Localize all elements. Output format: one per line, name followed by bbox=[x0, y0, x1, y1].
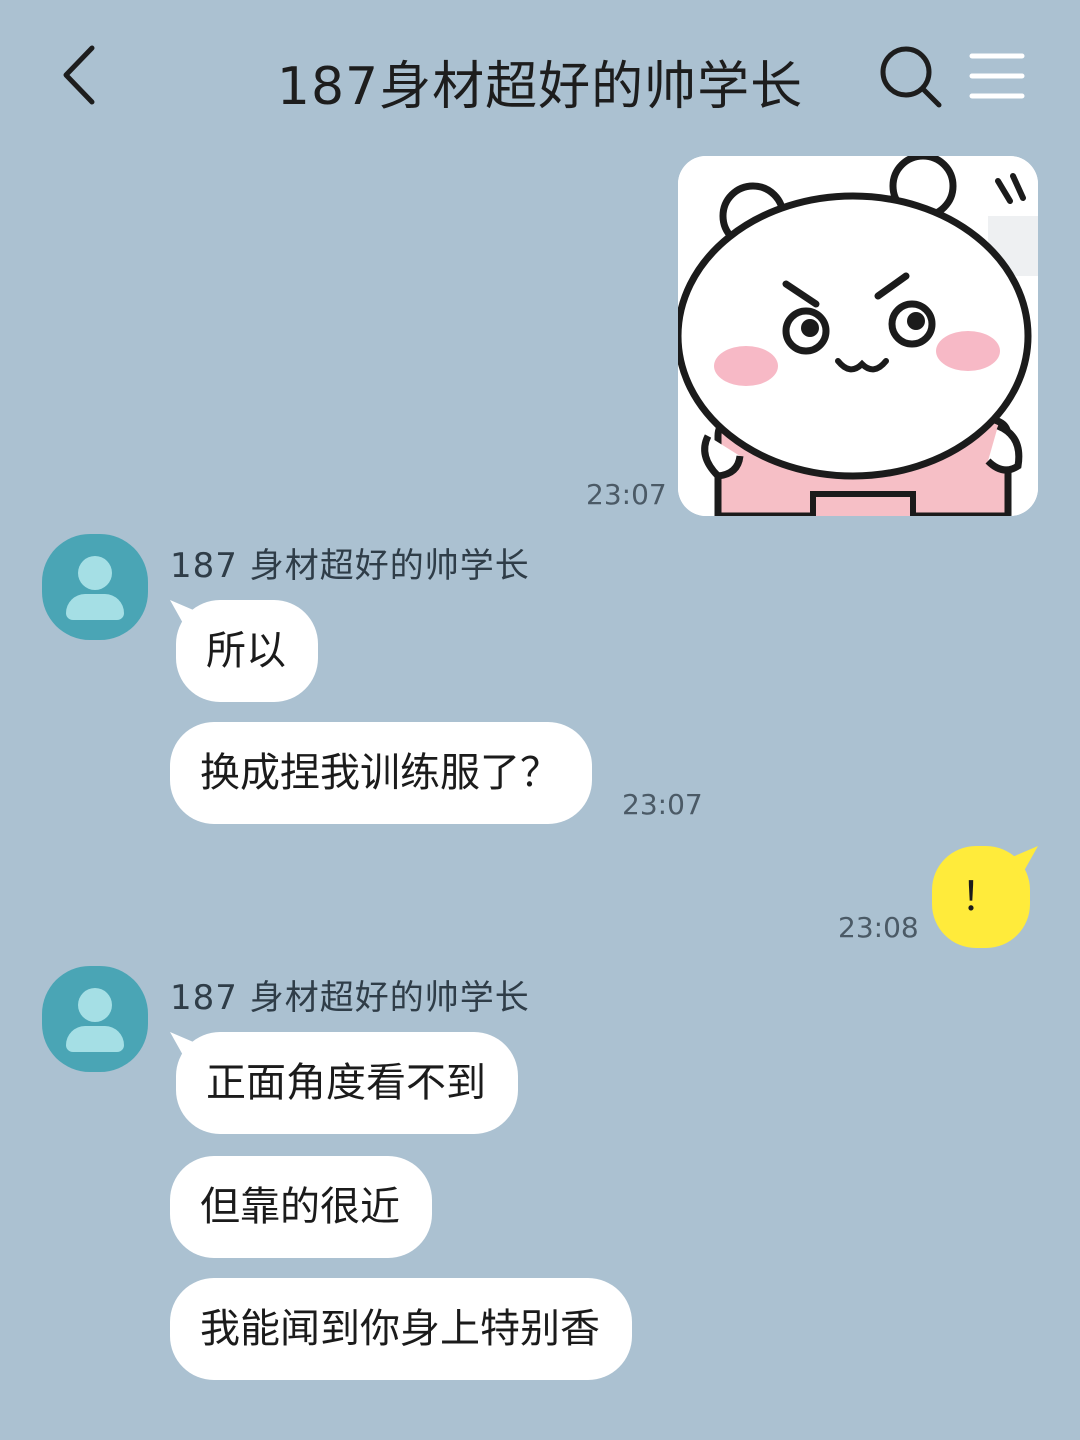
person-icon-body bbox=[66, 594, 124, 620]
message-time: 23:07 bbox=[586, 478, 667, 511]
search-button[interactable] bbox=[876, 42, 946, 112]
sender-name: 187 身材超好的帅学长 bbox=[170, 978, 530, 1018]
message-bubble[interactable]: 正面角度看不到 bbox=[176, 1032, 518, 1134]
message-bubble[interactable]: 但靠的很近 bbox=[170, 1156, 432, 1258]
message-bubble[interactable]: 所以 bbox=[176, 600, 318, 702]
message-time: 23:07 bbox=[622, 788, 703, 821]
message-time: 23:08 bbox=[838, 911, 919, 944]
message-bubble[interactable]: 换成捏我训练服了？ bbox=[170, 722, 592, 824]
angry-white-bear-sticker bbox=[678, 156, 1038, 516]
hamburger-menu-icon bbox=[969, 53, 1025, 99]
my-message-bubble[interactable]: ！ bbox=[932, 846, 1030, 948]
menu-button[interactable] bbox=[966, 48, 1028, 104]
person-icon-head bbox=[78, 556, 112, 590]
search-icon bbox=[880, 46, 942, 108]
person-icon-body bbox=[66, 1026, 124, 1052]
sticker-message[interactable] bbox=[678, 156, 1038, 516]
message-bubble[interactable]: 我能闻到你身上特别香 bbox=[170, 1278, 632, 1380]
chat-header: 187身材超好的帅学长 bbox=[0, 0, 1080, 150]
person-icon-head bbox=[78, 988, 112, 1022]
sender-name: 187 身材超好的帅学长 bbox=[170, 546, 530, 586]
avatar[interactable] bbox=[42, 966, 148, 1072]
avatar[interactable] bbox=[42, 534, 148, 640]
